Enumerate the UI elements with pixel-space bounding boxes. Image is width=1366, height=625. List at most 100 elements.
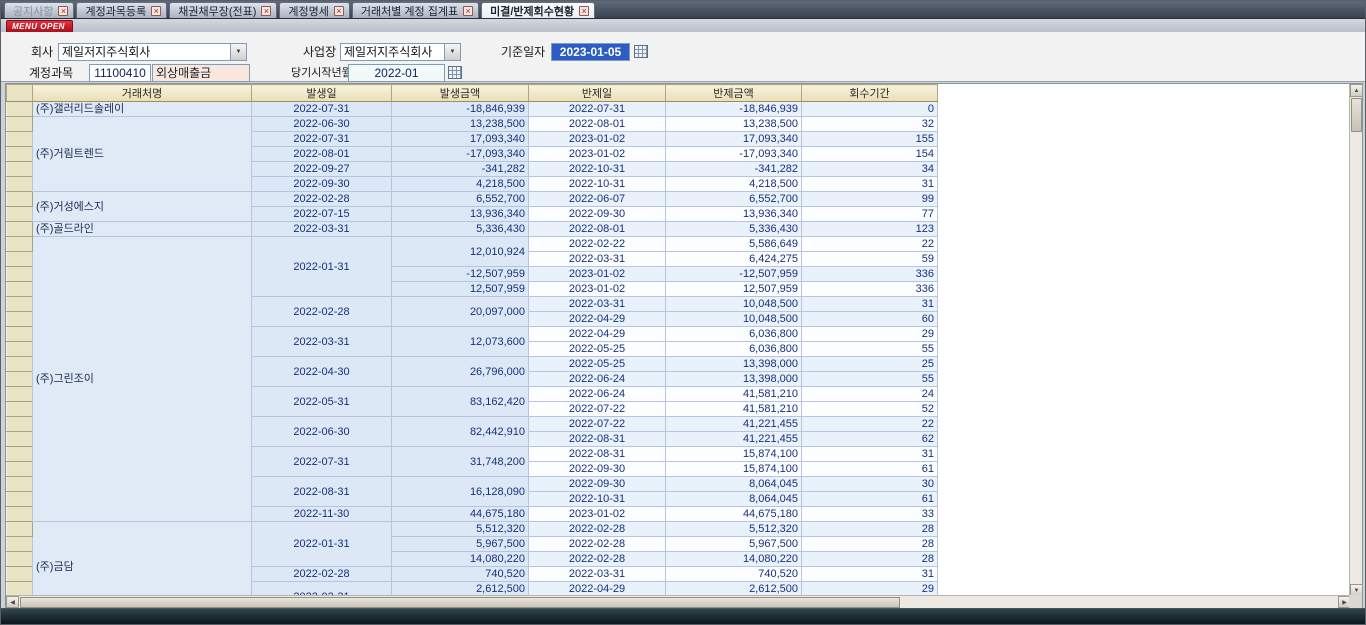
settlement-amount-cell[interactable]: 12,507,959 xyxy=(666,282,802,297)
collection-days-cell[interactable]: 32 xyxy=(802,117,938,132)
settlement-date-cell[interactable]: 2022-08-01 xyxy=(529,222,666,237)
tab-4[interactable]: 계정명세× xyxy=(279,2,349,18)
occurrence-amount-cell[interactable]: 12,507,959 xyxy=(392,282,529,297)
tab-close-icon[interactable]: × xyxy=(261,6,271,16)
occurrence-date-cell[interactable]: 2022-06-30 xyxy=(252,417,392,447)
occurrence-date-cell[interactable]: 2022-05-31 xyxy=(252,387,392,417)
collection-days-cell[interactable]: 154 xyxy=(802,147,938,162)
row-selector[interactable] xyxy=(7,312,33,327)
settlement-date-cell[interactable]: 2023-01-02 xyxy=(529,507,666,522)
period-calendar-icon[interactable] xyxy=(448,66,462,79)
row-selector[interactable] xyxy=(7,117,33,132)
occurrence-amount-cell[interactable]: 83,162,420 xyxy=(392,387,529,417)
collection-days-cell[interactable]: 28 xyxy=(802,552,938,567)
collection-days-cell[interactable]: 33 xyxy=(802,507,938,522)
settlement-amount-cell[interactable]: 4,218,500 xyxy=(666,177,802,192)
settlement-amount-cell[interactable]: 6,552,700 xyxy=(666,192,802,207)
collection-days-cell[interactable]: 25 xyxy=(802,357,938,372)
row-selector[interactable] xyxy=(7,282,33,297)
tab-1[interactable]: 공지사항× xyxy=(4,2,74,18)
row-selector[interactable] xyxy=(7,297,33,312)
settlement-amount-cell[interactable]: 44,675,180 xyxy=(666,507,802,522)
occurrence-amount-cell[interactable]: -17,093,340 xyxy=(392,147,529,162)
row-selector[interactable] xyxy=(7,192,33,207)
occurrence-amount-cell[interactable]: -18,846,939 xyxy=(392,102,529,117)
customer-name-cell[interactable]: (주)골드라인 xyxy=(33,222,252,237)
scroll-up-icon[interactable]: ▲ xyxy=(1350,84,1363,97)
collection-days-cell[interactable]: 52 xyxy=(802,402,938,417)
row-selector[interactable] xyxy=(7,522,33,537)
settlement-date-cell[interactable]: 2023-01-02 xyxy=(529,267,666,282)
site-select[interactable]: 제일저지주식회사 ▼ xyxy=(340,43,461,61)
settlement-amount-cell[interactable]: 8,064,045 xyxy=(666,477,802,492)
horizontal-scrollbar[interactable]: ◀ ▶ xyxy=(6,595,1351,608)
settlement-date-cell[interactable]: 2022-06-07 xyxy=(529,192,666,207)
settlement-amount-cell[interactable]: 6,424,275 xyxy=(666,252,802,267)
tab-5[interactable]: 거래처별 계정 집계표× xyxy=(352,2,479,18)
settlement-amount-cell[interactable]: -12,507,959 xyxy=(666,267,802,282)
settlement-date-cell[interactable]: 2022-09-30 xyxy=(529,207,666,222)
occurrence-amount-cell[interactable]: 740,520 xyxy=(392,567,529,582)
customer-name-cell[interactable]: (주)그린조이 xyxy=(33,237,252,522)
settlement-date-cell[interactable]: 2022-05-25 xyxy=(529,342,666,357)
row-selector[interactable] xyxy=(7,447,33,462)
settlement-date-cell[interactable]: 2022-08-31 xyxy=(529,432,666,447)
collection-days-cell[interactable]: 77 xyxy=(802,207,938,222)
occurrence-date-cell[interactable]: 2022-07-31 xyxy=(252,132,392,147)
settlement-date-cell[interactable]: 2022-02-28 xyxy=(529,552,666,567)
settlement-date-cell[interactable]: 2022-10-31 xyxy=(529,177,666,192)
base-date-calendar-icon[interactable] xyxy=(634,45,648,58)
collection-days-cell[interactable]: 28 xyxy=(802,537,938,552)
settlement-amount-cell[interactable]: 10,048,500 xyxy=(666,297,802,312)
settlement-date-cell[interactable]: 2023-01-02 xyxy=(529,282,666,297)
account-code-input[interactable]: 11100410 xyxy=(89,64,151,82)
row-selector[interactable] xyxy=(7,477,33,492)
row-selector[interactable] xyxy=(7,237,33,252)
settlement-date-cell[interactable]: 2022-04-29 xyxy=(529,327,666,342)
row-selector[interactable] xyxy=(7,177,33,192)
settlement-date-cell[interactable]: 2022-03-31 xyxy=(529,567,666,582)
settlement-amount-cell[interactable]: -18,846,939 xyxy=(666,102,802,117)
settlement-amount-cell[interactable]: -17,093,340 xyxy=(666,147,802,162)
occurrence-date-cell[interactable]: 2022-07-31 xyxy=(252,102,392,117)
settlement-date-cell[interactable]: 2022-02-28 xyxy=(529,537,666,552)
row-selector[interactable] xyxy=(7,462,33,477)
settlement-date-cell[interactable]: 2022-07-31 xyxy=(529,102,666,117)
occurrence-date-cell[interactable]: 2022-09-30 xyxy=(252,177,392,192)
collection-days-cell[interactable]: 55 xyxy=(802,342,938,357)
occurrence-date-cell[interactable]: 2022-01-31 xyxy=(252,522,392,567)
settlement-date-cell[interactable]: 2022-08-31 xyxy=(529,447,666,462)
occurrence-amount-cell[interactable]: 13,238,500 xyxy=(392,117,529,132)
occurrence-amount-cell[interactable]: 5,967,500 xyxy=(392,537,529,552)
settlement-amount-cell[interactable]: 41,221,455 xyxy=(666,432,802,447)
occurrence-amount-cell[interactable]: 5,512,320 xyxy=(392,522,529,537)
occurrence-amount-cell[interactable]: 12,010,924 xyxy=(392,237,529,267)
occurrence-date-cell[interactable]: 2022-06-30 xyxy=(252,117,392,132)
occurrence-amount-cell[interactable]: 26,796,000 xyxy=(392,357,529,387)
occurrence-amount-cell[interactable]: 12,073,600 xyxy=(392,327,529,357)
company-dropdown-icon[interactable]: ▼ xyxy=(230,44,246,60)
occurrence-amount-cell[interactable]: 31,748,200 xyxy=(392,447,529,477)
row-selector[interactable] xyxy=(7,207,33,222)
row-selector[interactable] xyxy=(7,102,33,117)
settlement-amount-cell[interactable]: 10,048,500 xyxy=(666,312,802,327)
occurrence-amount-cell[interactable]: 16,128,090 xyxy=(392,477,529,507)
row-selector[interactable] xyxy=(7,552,33,567)
settlement-amount-cell[interactable]: 8,064,045 xyxy=(666,492,802,507)
settlement-amount-cell[interactable]: 5,336,430 xyxy=(666,222,802,237)
customer-name-cell[interactable]: (주)거성에스지 xyxy=(33,192,252,222)
collection-days-cell[interactable]: 99 xyxy=(802,192,938,207)
row-selector[interactable] xyxy=(7,132,33,147)
occurrence-amount-cell[interactable]: 44,675,180 xyxy=(392,507,529,522)
settlement-date-cell[interactable]: 2023-01-02 xyxy=(529,132,666,147)
settlement-amount-cell[interactable]: 13,398,000 xyxy=(666,372,802,387)
collection-days-cell[interactable]: 24 xyxy=(802,387,938,402)
collection-days-cell[interactable]: 60 xyxy=(802,312,938,327)
collection-days-cell[interactable]: 31 xyxy=(802,297,938,312)
row-selector[interactable] xyxy=(7,417,33,432)
settlement-date-cell[interactable]: 2022-06-24 xyxy=(529,387,666,402)
settlement-date-cell[interactable]: 2022-03-31 xyxy=(529,252,666,267)
vertical-scrollbar[interactable]: ▲ ▼ xyxy=(1349,84,1362,597)
settlement-amount-cell[interactable]: 5,586,649 xyxy=(666,237,802,252)
tab-3[interactable]: 채권채무장(전표)× xyxy=(169,2,277,18)
